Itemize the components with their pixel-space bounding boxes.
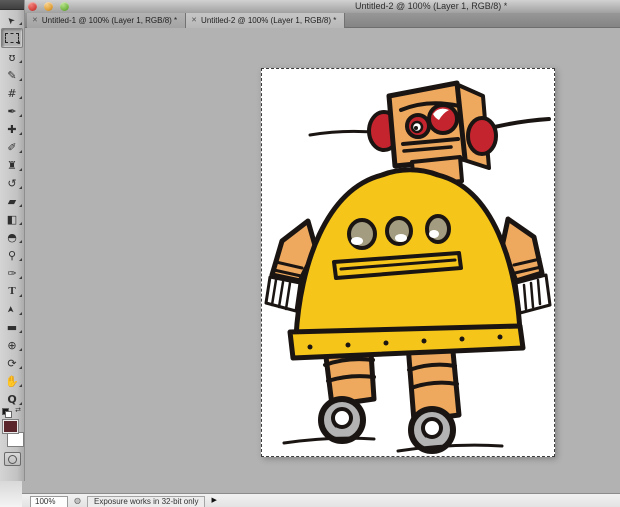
tool-crop[interactable]: # [0,84,24,102]
tool-spot-healing-brush[interactable]: ✚ [0,120,24,138]
close-window-button[interactable] [28,2,37,11]
zoom-icon: Q [7,392,17,406]
tool-lasso[interactable]: ʊ [0,48,24,66]
quick-mask-button[interactable] [4,452,21,466]
robot-illustration [264,80,552,454]
clone-stamp-icon: ♜ [7,158,17,172]
swap-colors-icon[interactable]: ⇄ [15,406,21,414]
robot-right-ear [466,116,498,156]
tool-eyedropper[interactable]: ✒ [0,102,24,120]
tab-label: Untitled-2 @ 100% (Layer 1, RGB/8) * [201,16,337,25]
rectangle-shape-icon: ▬ [6,320,18,334]
tool-eraser[interactable]: ▰ [0,192,24,210]
pen-icon: ✑ [7,266,17,280]
ground-stroke-right [396,443,504,453]
eraser-icon: ▰ [7,194,17,208]
tool-rectangular-marquee[interactable] [1,28,23,48]
brush-icon: ✐ [7,140,17,154]
status-bar: 100% ◍ Exposure works in 32-bit only ▶ [22,493,620,507]
tool-pen[interactable]: ✑ [0,264,24,282]
type-icon: T [8,284,16,297]
robot-body [293,167,523,340]
document-canvas[interactable] [261,68,555,457]
tab-untitled-1[interactable]: ✕ Untitled-1 @ 100% (Layer 1, RGB/8) * [27,13,187,28]
path-selection-icon: ➤ [6,305,17,313]
tool-blur[interactable]: ◓ [0,228,24,246]
status-options-arrow[interactable]: ▶ [211,496,216,506]
tool-dodge[interactable]: ⚲ [0,246,24,264]
photoshop-window: Untitled-2 @ 100% (Layer 1, RGB/8) * ✕ U… [0,0,620,507]
robot-button-3 [425,214,451,244]
rectangular-marquee-icon [5,33,19,43]
ground-stroke-left [282,436,376,445]
tools-palette-header[interactable] [0,0,24,10]
window-title: Untitled-2 @ 100% (Layer 1, RGB/8) * [355,1,508,11]
tool-3d-orbit[interactable]: ⟳ [0,354,24,372]
palette-footer [0,481,22,507]
tool-gradient[interactable]: ◧ [0,210,24,228]
robot-hem [287,323,526,361]
tools-list: ➤ ʊ ✎ # ✒ ✚ ✐ ♜ ↺ ▰ ◧ ◓ ⚲ ✑ T ➤ ▬ ⊕ ⟳ ✋ Q [0,10,24,408]
blur-icon: ◓ [7,230,17,244]
tool-quick-selection[interactable]: ✎ [0,66,24,84]
tool-brush[interactable]: ✐ [0,138,24,156]
zoom-level-field[interactable]: 100% [30,496,68,507]
status-icon: ◍ [74,496,81,505]
tool-hand[interactable]: ✋ [0,372,24,390]
robot-left-pupil [414,126,418,130]
3d-orbit-icon: ⟳ [7,356,17,370]
tools-palette: ➤ ʊ ✎ # ✒ ✚ ✐ ♜ ↺ ▰ ◧ ◓ ⚲ ✑ T ➤ ▬ ⊕ ⟳ ✋ Q ⇄ [0,0,25,481]
zoom-window-button[interactable] [60,2,69,11]
hand-icon: ✋ [5,374,19,388]
crop-icon: # [7,86,17,100]
tab-close-icon[interactable]: ✕ [32,17,38,24]
move-icon: ➤ [5,13,18,26]
window-titlebar[interactable]: Untitled-2 @ 100% (Layer 1, RGB/8) * [0,0,620,14]
tool-path-selection[interactable]: ➤ [0,300,24,318]
tool-type[interactable]: T [0,282,24,300]
background-color-swatch[interactable] [7,432,24,447]
tool-history-brush[interactable]: ↺ [0,174,24,192]
quick-selection-icon: ✎ [7,68,17,82]
quick-mask-icon [8,454,17,464]
tool-3d-rotate[interactable]: ⊕ [0,336,24,354]
3d-rotate-icon: ⊕ [7,338,17,352]
gradient-icon: ◧ [6,212,18,226]
tool-clone-stamp[interactable]: ♜ [0,156,24,174]
dodge-icon: ⚲ [7,248,17,262]
lasso-icon: ʊ [8,50,16,64]
default-colors-icon[interactable]: ⇄ [2,406,22,418]
status-message: Exposure works in 32-bit only [86,496,206,507]
color-swatch-area: ⇄ [0,406,24,468]
tab-untitled-2[interactable]: ✕ Untitled-2 @ 100% (Layer 1, RGB/8) * [186,13,346,28]
spot-healing-brush-icon: ✚ [7,122,17,136]
tab-close-icon[interactable]: ✕ [191,17,197,24]
eyedropper-icon: ✒ [7,104,17,118]
tool-rectangle-shape[interactable]: ▬ [0,318,24,336]
tab-label: Untitled-1 @ 100% (Layer 1, RGB/8) * [41,16,178,25]
tool-move[interactable]: ➤ [0,10,24,28]
document-tab-bar: ✕ Untitled-1 @ 100% (Layer 1, RGB/8) * ✕… [0,13,620,28]
history-brush-icon: ↺ [7,176,17,190]
foreground-color-swatch[interactable] [2,419,19,434]
minimize-window-button[interactable] [44,2,53,11]
